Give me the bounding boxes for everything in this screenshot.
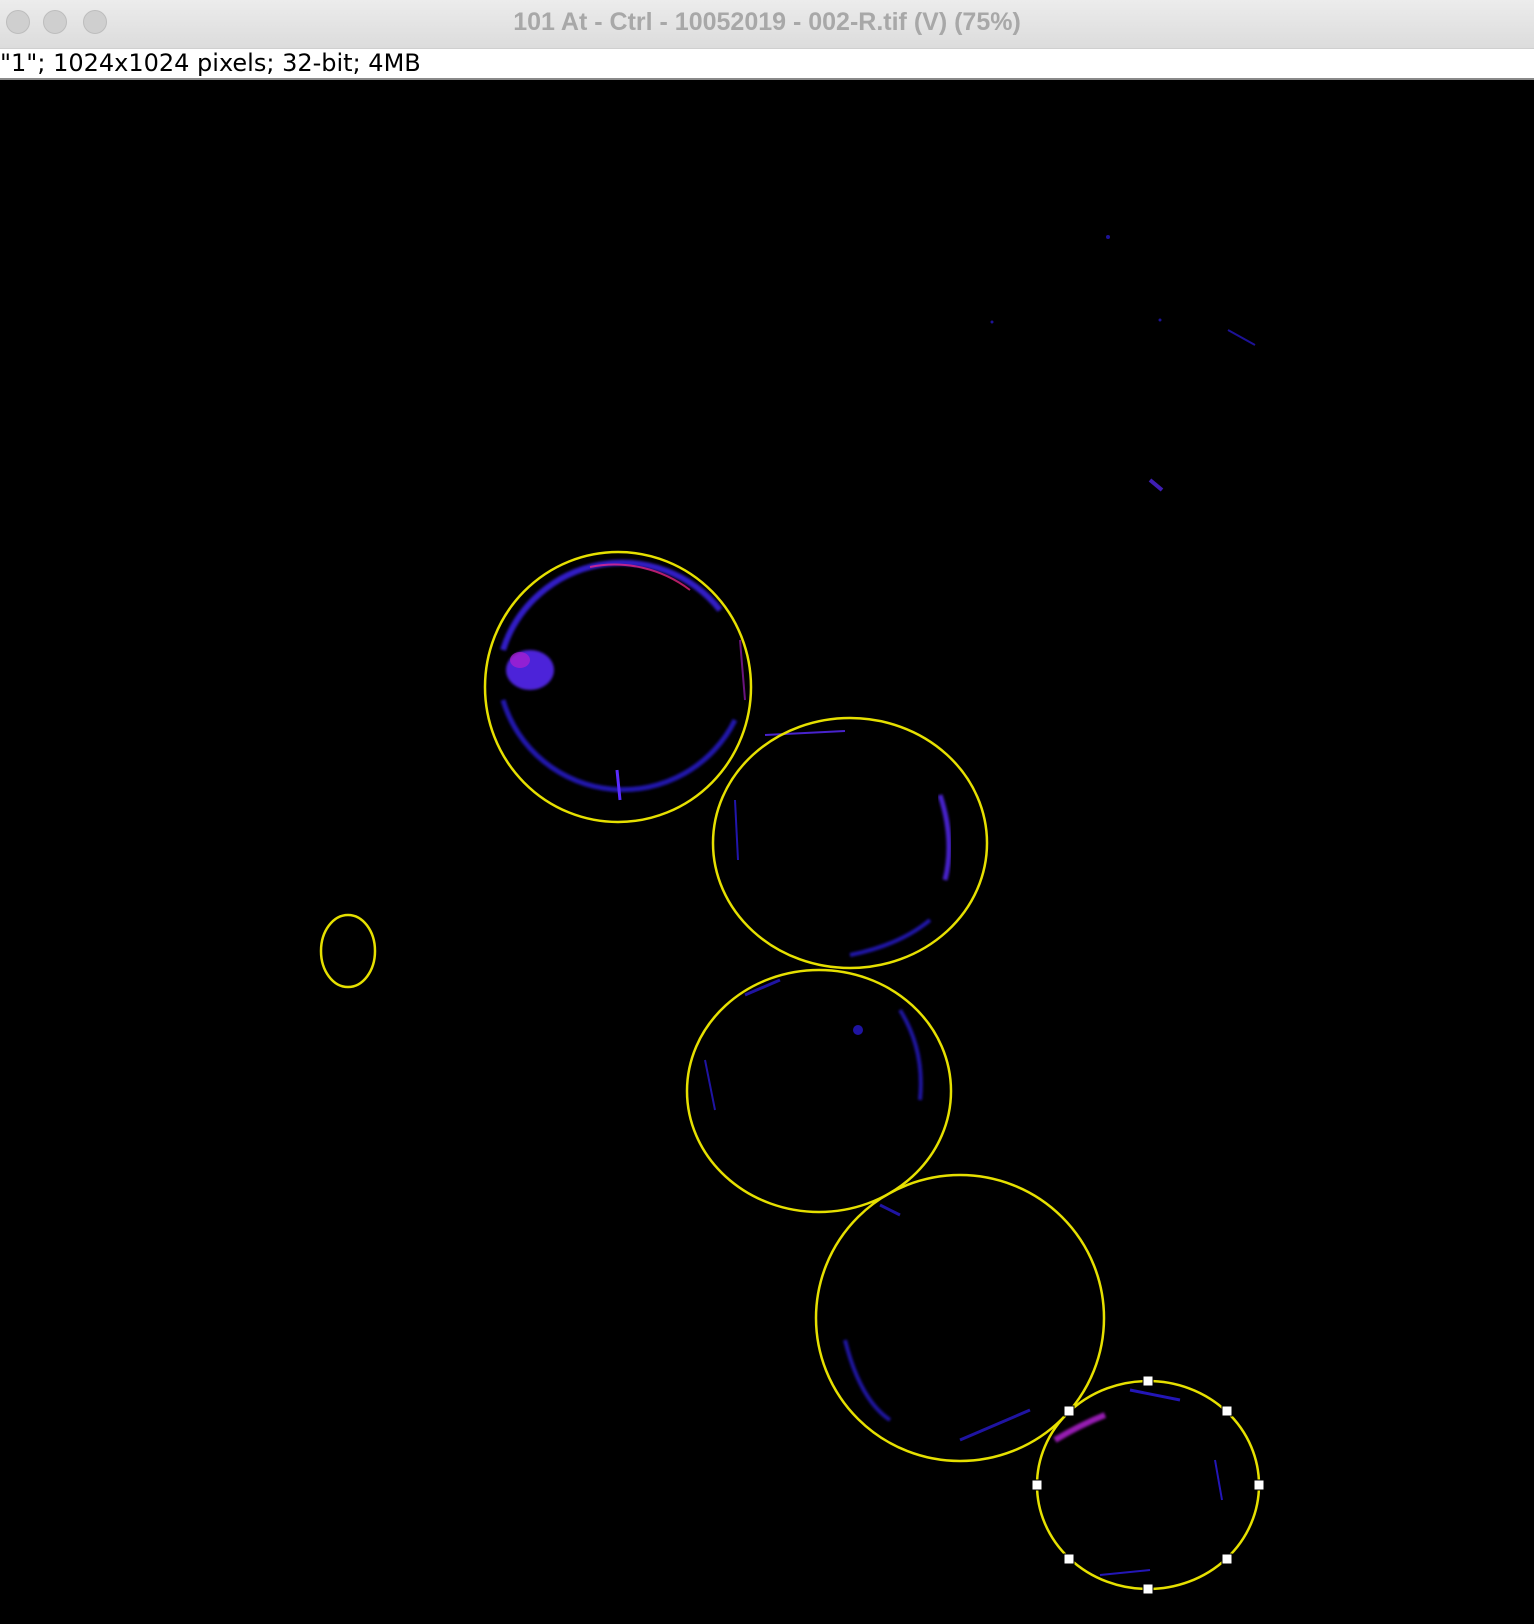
image-window: 101 At - Ctrl - 10052019 - 002-R.tif (V)…: [0, 0, 1534, 1624]
image-canvas[interactable]: [0, 80, 1534, 1624]
roi-overlay[interactable]: [319, 550, 1261, 1591]
image-info-bar: "1"; 1024x1024 pixels; 32-bit; 4MB: [0, 49, 1534, 80]
signal-ring-4: [843, 1203, 1031, 1442]
roi-selection-handles[interactable]: [1031, 1375, 1265, 1595]
image-overlay[interactable]: [0, 80, 1534, 1624]
handle-top-right[interactable]: [1221, 1405, 1233, 1417]
signal-ring-1: [500, 559, 746, 801]
title-bar[interactable]: 101 At - Ctrl - 10052019 - 002-R.tif (V)…: [0, 0, 1534, 49]
image-info-text: "1"; 1024x1024 pixels; 32-bit; 4MB: [0, 49, 421, 77]
roi-ellipse-3[interactable]: [685, 968, 953, 1214]
signal-ring-2: [734, 730, 952, 957]
handle-bottom-right[interactable]: [1221, 1553, 1233, 1565]
roi-ellipse-2[interactable]: [711, 716, 989, 970]
handle-left[interactable]: [1031, 1479, 1043, 1491]
handle-right[interactable]: [1253, 1479, 1265, 1491]
signal-ring-3: [704, 978, 923, 1111]
roi-ellipse-4[interactable]: [814, 1173, 1106, 1463]
handle-bottom[interactable]: [1142, 1583, 1154, 1595]
faint-signal: [990, 235, 1256, 492]
signal-ring-5: [1053, 1388, 1223, 1576]
handle-top-left[interactable]: [1063, 1405, 1075, 1417]
roi-ellipse-6[interactable]: [319, 913, 377, 989]
window-title: 101 At - Ctrl - 10052019 - 002-R.tif (V)…: [513, 8, 1021, 36]
handle-top[interactable]: [1142, 1375, 1154, 1387]
handle-bottom-left[interactable]: [1063, 1553, 1075, 1565]
